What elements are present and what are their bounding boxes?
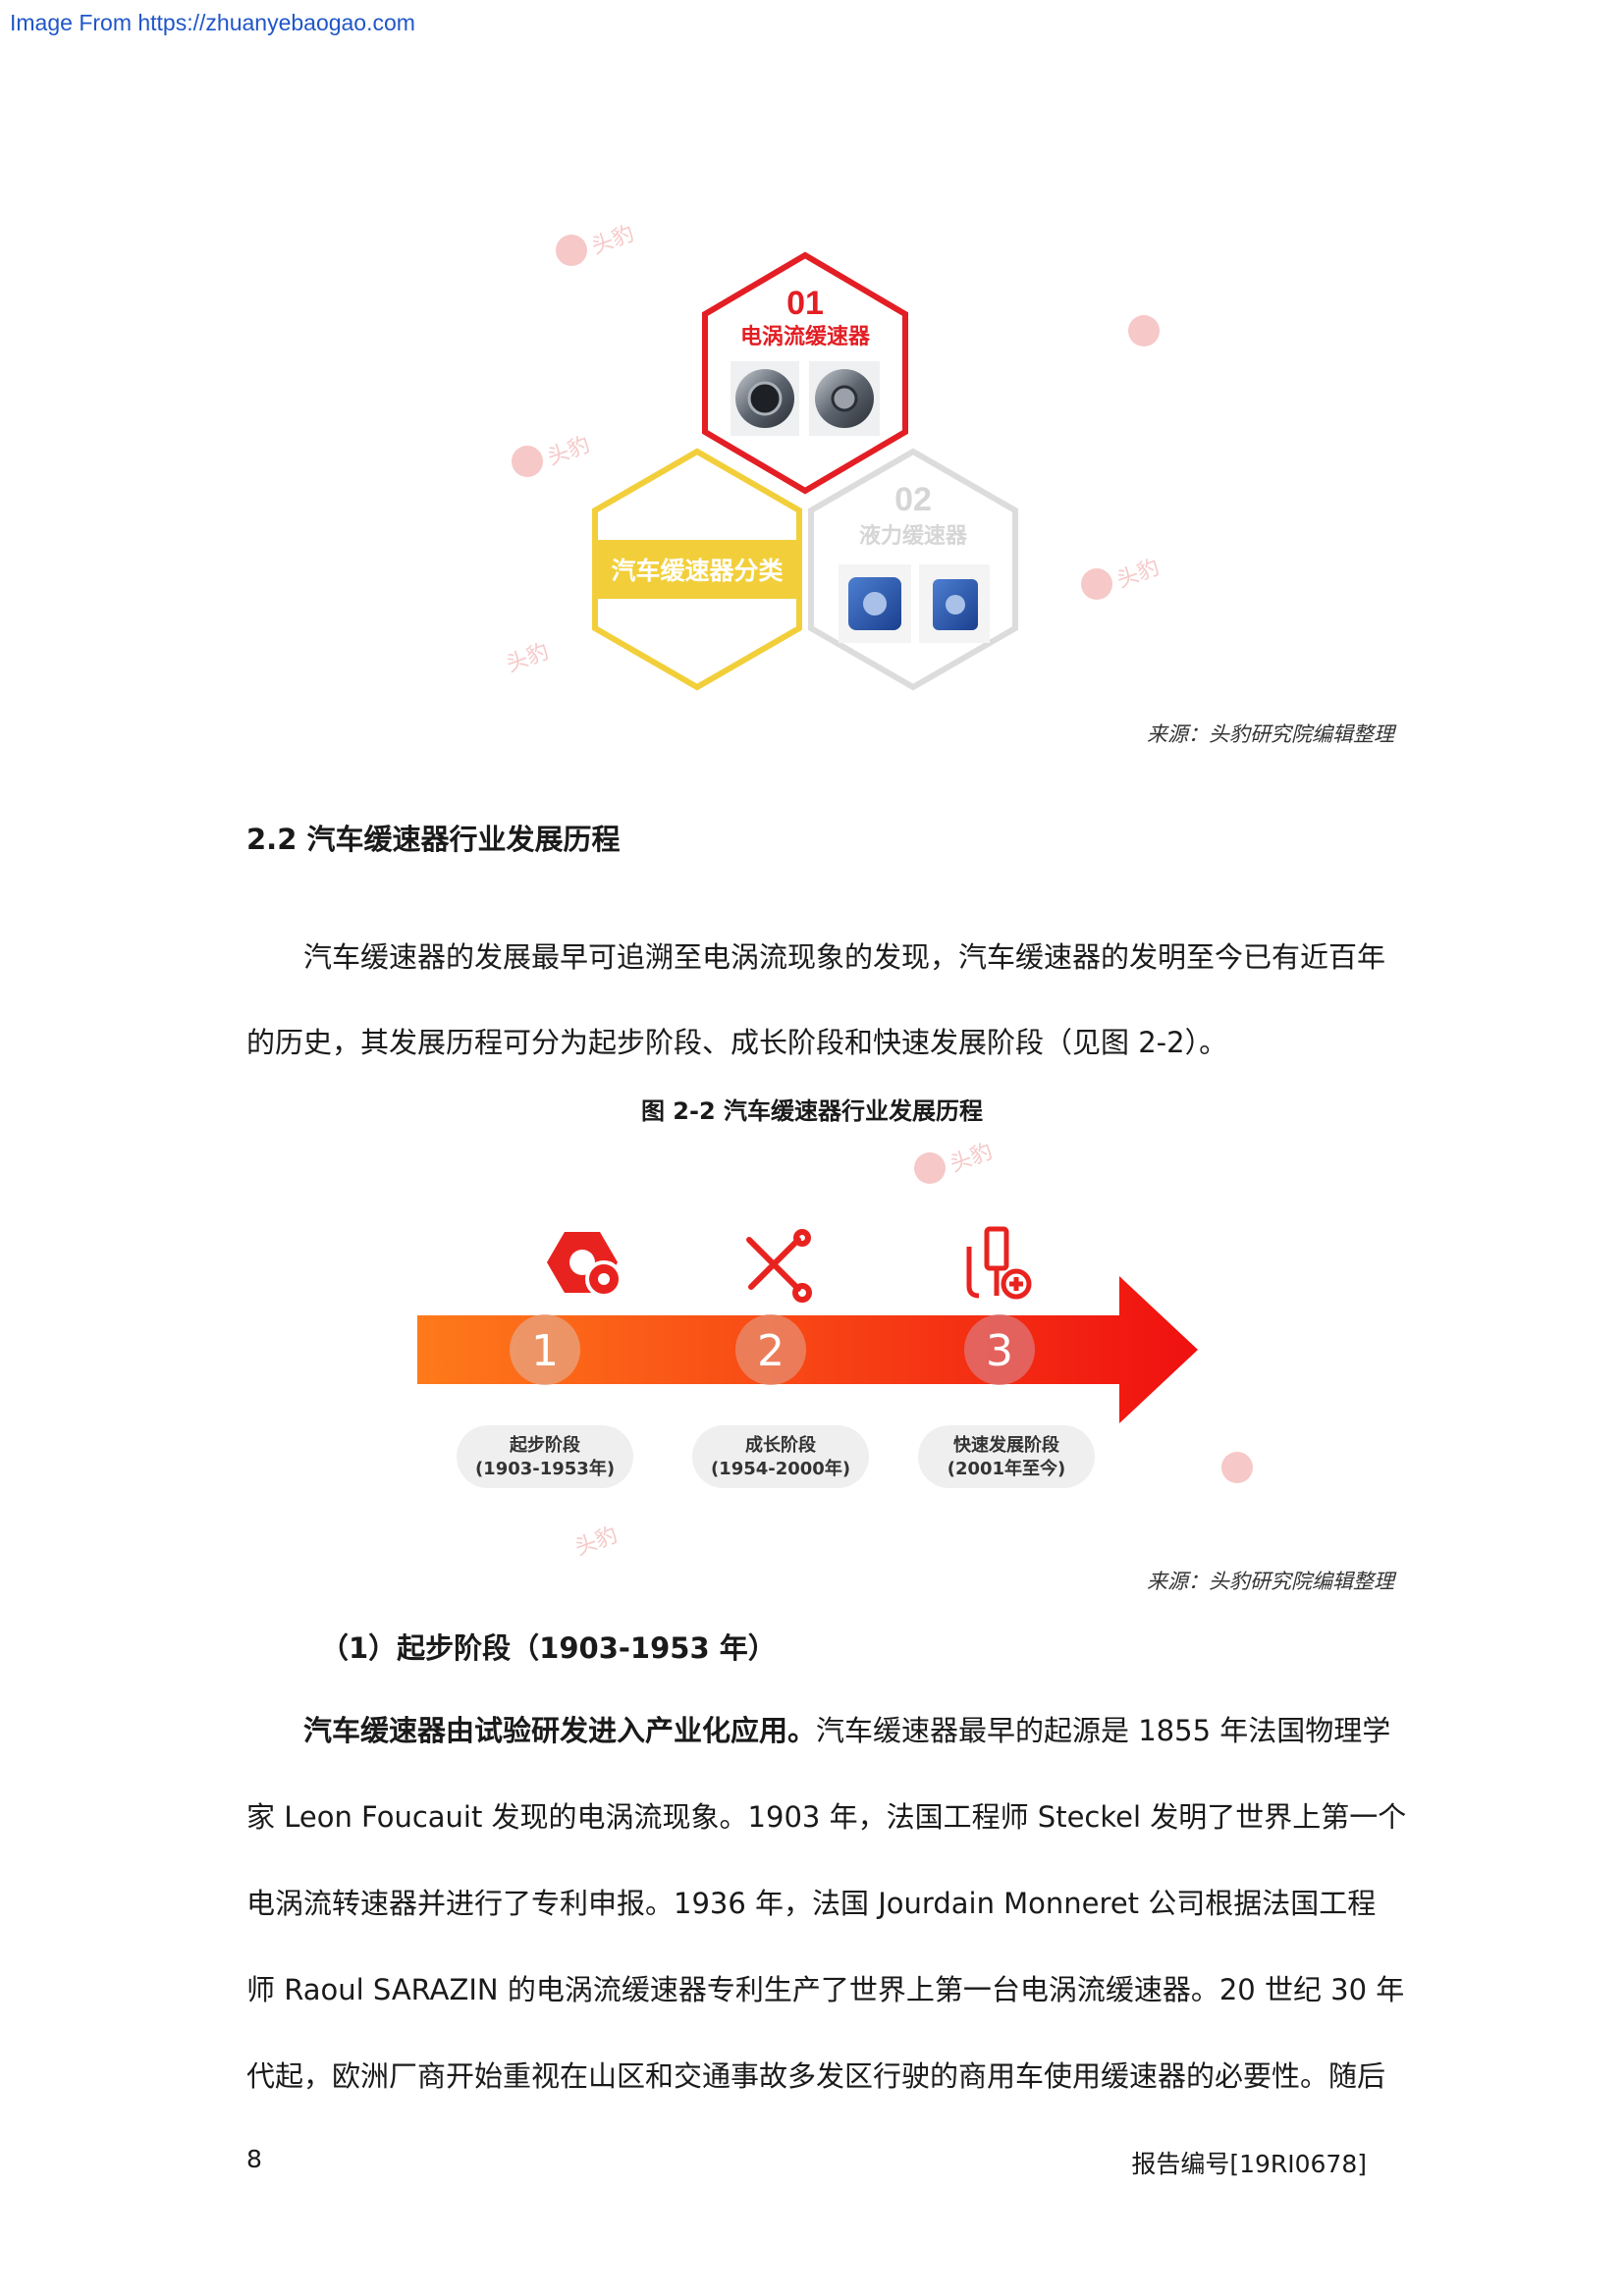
paragraph-line-1: 汽车缓速器的发展最早可追溯至电涡流现象的发现，汽车缓速器的发明至今已有近百年 [303, 940, 1386, 974]
stage-2-marker: 2 [735, 1314, 806, 1385]
hex-hydraulic-retarder: 02 液力缓速器 [808, 448, 1018, 691]
hydraulic-retarder-photo-2 [919, 564, 990, 643]
wrench-screwdriver-icon [746, 1229, 812, 1303]
first-line-rest: 汽车缓速器最早的起源是 1855 年法国物理学 [816, 1714, 1391, 1747]
paragraph-line-2: 的历史，其发展历程可分为起步阶段、成长阶段和快速发展阶段（见图 2-2）。 [246, 1026, 1228, 1059]
subsection-line-4: 师 Raoul SARAZIN 的电涡流缓速器专利生产了世界上第一台电涡流缓速器… [246, 1973, 1405, 2006]
hex-retarder-classification: 汽车缓速器分类 [592, 448, 802, 691]
stage-1-marker: 1 [510, 1314, 580, 1385]
stage-1-number: 1 [531, 1326, 559, 1376]
hex3-label: 液力缓速器 [859, 523, 968, 549]
page-number: 8 [246, 2145, 262, 2173]
report-number: 报告编号[19RI0678] [1131, 2150, 1367, 2178]
hex3-number: 02 [894, 481, 932, 518]
figure2-source: 来源：头豹研究院编辑整理 [1147, 1570, 1394, 1593]
source-link[interactable]: Image From https://zhuanyebaogao.com [10, 10, 415, 36]
stage-1-label: 起步阶段 (1903-1953年) [457, 1425, 633, 1488]
stage-2-period: (1954-2000年) [711, 1458, 850, 1479]
eddy-retarder-photo-2 [809, 361, 880, 436]
stage-3-number: 3 [986, 1326, 1013, 1376]
subsection-line-2: 家 Leon Foucauit 发现的电涡流现象。1903 年，法国工程师 St… [246, 1800, 1407, 1834]
hydraulic-retarder-photo-1 [839, 564, 911, 643]
stage-3-label: 快速发展阶段 (2001年至今) [918, 1425, 1095, 1488]
svg-text:头豹: 头豹 [947, 1140, 996, 1178]
stage-1-name: 起步阶段 [509, 1434, 581, 1456]
tools-plus-icon [966, 1226, 1032, 1300]
bold-lead-sentence: 汽车缓速器由试验研发进入产业化应用。 [303, 1714, 817, 1747]
subsection-heading: （1）起步阶段（1903-1953 年） [320, 1631, 777, 1665]
stage-2-label: 成长阶段 (1954-2000年) [692, 1425, 869, 1488]
subsection-line-5: 代起，欧洲厂商开始重视在山区和交通事故多发区行驶的商用车使用缓速器的必要性。随后 [246, 2059, 1386, 2093]
development-timeline-figure: 1 2 3 起步阶段 (1903-1953年) 成长阶段 (1954-2000年… [417, 1226, 1198, 1488]
watermark-logo: 头豹 [571, 1522, 621, 1561]
eddy-retarder-photo-1 [731, 361, 799, 436]
svg-text:头豹: 头豹 [571, 1522, 621, 1561]
stage-1-period: (1903-1953年) [475, 1458, 615, 1479]
subsection-line-3: 电涡流转速器并进行了专利申报。1936 年，法国 Jourdain Monner… [246, 1887, 1377, 1920]
watermark-logo [1221, 1452, 1253, 1483]
hex1-label: 电涡流缓速器 [740, 324, 871, 349]
subsection-line-1: 汽车缓速器由试验研发进入产业化应用。汽车缓速器最早的起源是 1855 年法国物理… [303, 1711, 1390, 1750]
figure2-caption: 图 2-2 汽车缓速器行业发展历程 [640, 1097, 984, 1125]
watermark-logo: 头豹 [914, 1140, 996, 1184]
hex-eddy-current-retarder: 01 电涡流缓速器 [702, 251, 908, 495]
stage-3-name: 快速发展阶段 [953, 1434, 1060, 1456]
hex1-number: 01 [786, 285, 824, 322]
retarder-classification-figure: 01 电涡流缓速器 汽车缓速器分类 02 液力缓速器 [592, 251, 1018, 691]
stage-2-number: 2 [757, 1326, 785, 1376]
gear-icon [547, 1232, 623, 1298]
section-heading: 2.2 汽车缓速器行业发展历程 [246, 823, 621, 856]
stage-3-marker: 3 [964, 1314, 1035, 1385]
hex2-label: 汽车缓速器分类 [611, 557, 784, 585]
stage-2-name: 成长阶段 [745, 1434, 817, 1456]
stage-3-period: (2001年至今) [947, 1458, 1066, 1479]
figure1-source: 来源：头豹研究院编辑整理 [1147, 722, 1394, 746]
